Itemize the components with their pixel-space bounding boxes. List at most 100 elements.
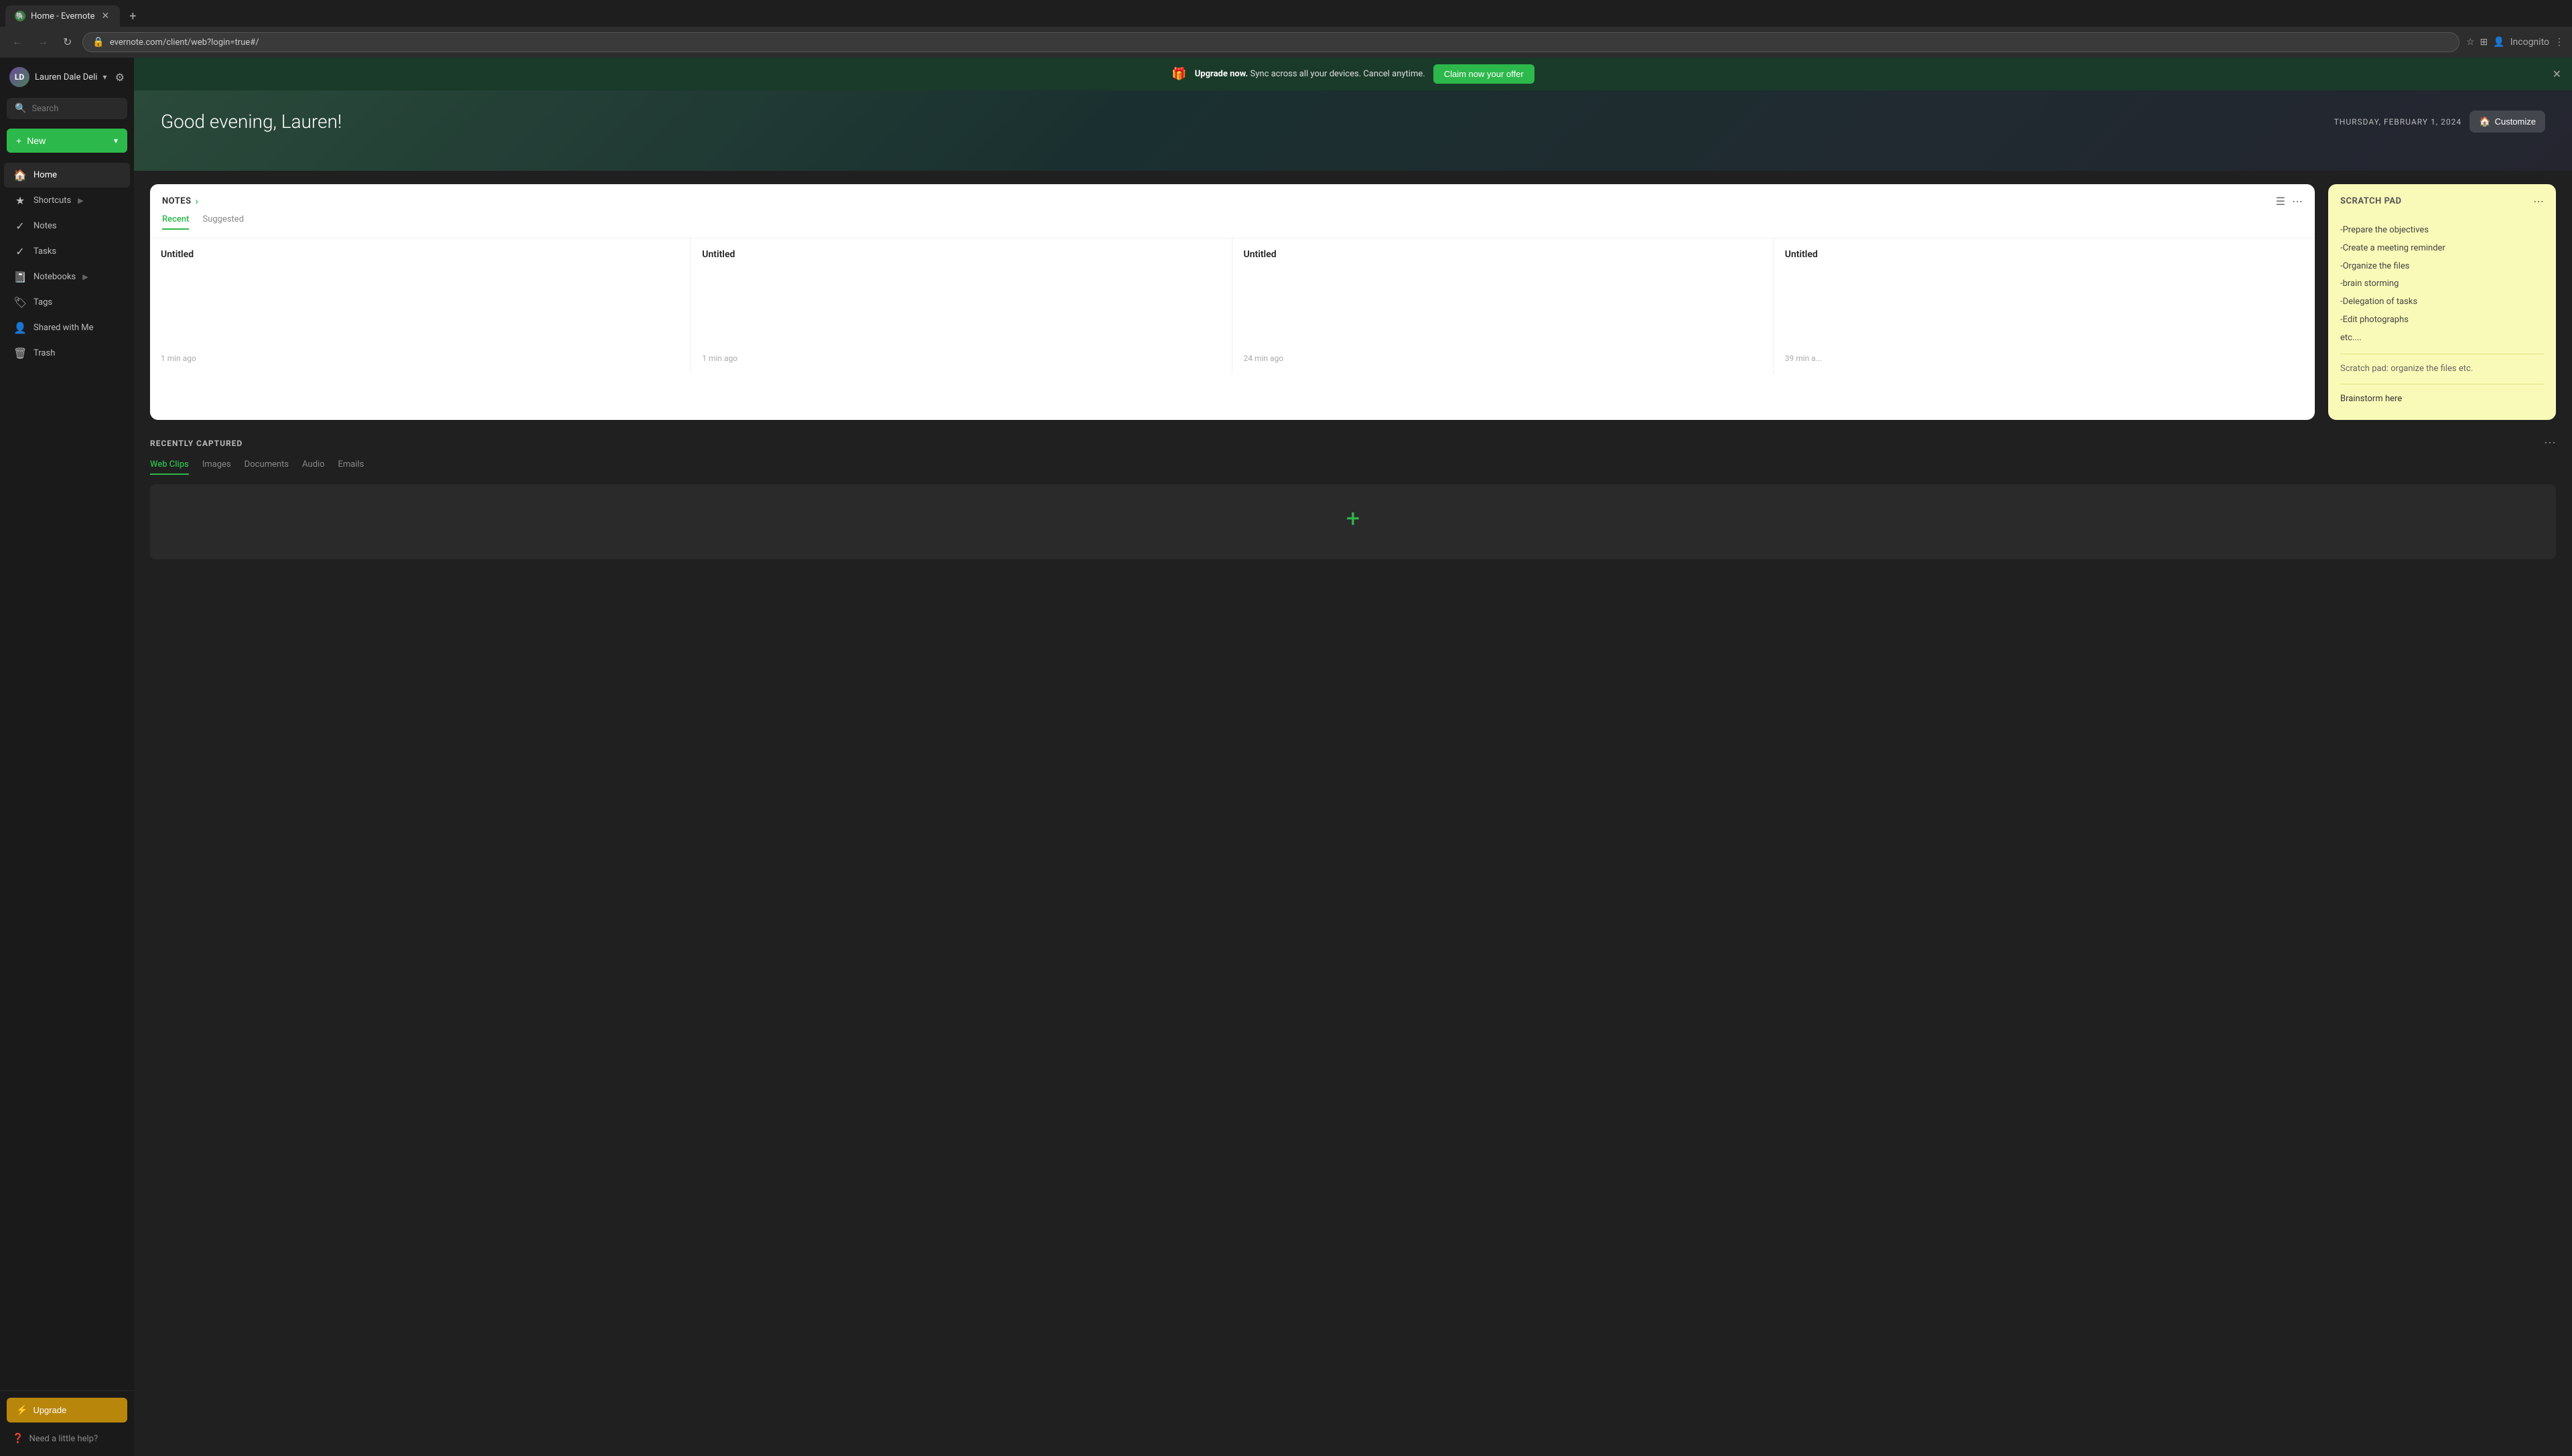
promo-banner: 🎁 Upgrade now. Sync across all your devi… [134, 58, 2572, 90]
tags-icon: 🏷 [13, 296, 27, 309]
new-button[interactable]: + New ▾ [7, 129, 127, 153]
bookmark-icon[interactable]: ☆ [2466, 37, 2475, 48]
incognito-label: Incognito [2510, 37, 2549, 48]
menu-icon[interactable]: ⋮ [2555, 37, 2564, 48]
sidebar-item-shared-label: Shared with Me [33, 323, 94, 333]
note-title-2: Untitled [1244, 249, 1762, 260]
scratch-item-6: etc.... [2340, 332, 2544, 346]
forward-button[interactable]: → [33, 33, 52, 51]
search-icon: 🔍 [15, 103, 26, 114]
claim-button[interactable]: Claim now your offer [1433, 64, 1534, 84]
new-tab-button[interactable]: + [124, 7, 141, 26]
nav-actions: ☆ ⊞ 👤 Incognito ⋮ [2466, 37, 2564, 48]
note-title-1: Untitled [702, 249, 1220, 260]
shortcuts-icon: ★ [13, 194, 27, 207]
sidebar-bottom: ⚡ Upgrade ❓ Need a little help? [0, 1390, 134, 1456]
note-title-0: Untitled [161, 249, 679, 260]
capture-add-icon: + [1346, 504, 1360, 532]
customize-label: Customize [2495, 117, 2536, 127]
capture-tab-images[interactable]: Images [202, 459, 231, 475]
recently-captured-more-icon[interactable]: ⋯ [2544, 436, 2556, 450]
app-container: LD Lauren Dale Deli ▾ ⚙ 🔍 Search + New ▾… [0, 58, 2572, 1456]
capture-tab-documents[interactable]: Documents [244, 459, 289, 475]
note-body-2 [1244, 265, 1762, 346]
note-item-0[interactable]: Untitled 1 min ago [150, 238, 691, 374]
tab-suggested[interactable]: Suggested [202, 214, 244, 230]
settings-icon[interactable]: ⚙ [115, 71, 125, 84]
back-button[interactable]: ← [8, 33, 27, 51]
search-bar[interactable]: 🔍 Search [7, 98, 127, 119]
sidebar-item-notebooks-label: Notebooks [33, 272, 76, 282]
reload-button[interactable]: ↻ [59, 33, 76, 52]
note-time-2: 24 min ago [1244, 354, 1762, 363]
content-area: NOTES › ☰ ⋯ Recent Suggested [134, 171, 2572, 573]
sidebar-item-notes-label: Notes [33, 221, 57, 231]
notes-icon: ✓ [13, 220, 27, 232]
lock-icon: 🔒 [92, 37, 104, 48]
promo-close-button[interactable]: ✕ [2553, 68, 2561, 80]
window-icon[interactable]: ⊞ [2480, 37, 2488, 48]
tasks-icon: ✓ [13, 245, 27, 258]
notes-card: NOTES › ☰ ⋯ Recent Suggested [150, 184, 2315, 420]
hero-section: Good evening, Lauren! THURSDAY, FEBRUARY… [134, 90, 2572, 171]
sidebar-item-notes[interactable]: ✓ Notes [4, 214, 130, 238]
sidebar-item-tasks[interactable]: ✓ Tasks [4, 239, 130, 264]
tab-recent[interactable]: Recent [162, 214, 189, 230]
scratch-note-text: Scratch pad: organize the files etc. [2340, 362, 2544, 376]
notes-card-header: NOTES › ☰ ⋯ [150, 184, 2315, 214]
incognito-icon: 👤 [2493, 37, 2504, 48]
sidebar-item-tasks-label: Tasks [33, 246, 56, 257]
active-tab[interactable]: 🐘 Home - Evernote ✕ [5, 5, 120, 27]
notes-more-icon[interactable]: ⋯ [2292, 195, 2303, 208]
capture-tab-emails[interactable]: Emails [338, 459, 364, 475]
recently-captured-section: RECENTLY CAPTURED ⋯ Web Clips Images Doc… [150, 436, 2556, 559]
address-bar[interactable]: 🔒 evernote.com/client/web?login=true#/ [82, 32, 2459, 52]
note-item-2[interactable]: Untitled 24 min ago [1233, 238, 1774, 374]
customize-button[interactable]: 🏠 Customize [2470, 111, 2545, 133]
sidebar-item-shortcuts[interactable]: ★ Shortcuts ▶ [4, 188, 130, 213]
avatar: LD [9, 67, 29, 87]
sidebar-item-home[interactable]: 🏠 Home [4, 163, 130, 188]
sidebar-item-tags[interactable]: 🏷 Tags [4, 290, 130, 315]
notes-arrow-icon[interactable]: › [196, 196, 199, 207]
notes-list-view-icon[interactable]: ☰ [2276, 195, 2285, 208]
sidebar-item-shared[interactable]: 👤 Shared with Me [4, 315, 130, 340]
user-info[interactable]: LD Lauren Dale Deli ▾ [9, 67, 106, 87]
tab-favicon: 🐘 [15, 11, 25, 21]
search-placeholder-text: Search [31, 104, 58, 114]
scratch-pad-card: SCRATCH PAD ⋯ -Prepare the objectives -C… [2328, 184, 2556, 420]
customize-icon: 🏠 [2479, 116, 2490, 127]
note-item-3[interactable]: Untitled 39 min a... [1774, 238, 2315, 374]
sidebar-item-notebooks[interactable]: 📓 Notebooks ▶ [4, 265, 130, 289]
sidebar-item-trash-label: Trash [33, 348, 55, 358]
chevron-down-icon: ▾ [102, 72, 106, 82]
help-label: Need a little help? [29, 1434, 98, 1444]
capture-tab-web-clips[interactable]: Web Clips [150, 459, 189, 475]
sidebar: LD Lauren Dale Deli ▾ ⚙ 🔍 Search + New ▾… [0, 58, 134, 1456]
tab-close-button[interactable]: ✕ [100, 9, 111, 23]
greeting-text: Good evening, Lauren! [161, 111, 342, 133]
scratch-content[interactable]: -Prepare the objectives -Create a meetin… [2328, 214, 2556, 420]
scratch-item-2: -Organize the files [2340, 260, 2544, 274]
scratch-brainstorm-text: Brainstorm here [2340, 392, 2544, 407]
capture-tab-audio[interactable]: Audio [302, 459, 324, 475]
new-button-label: New [27, 135, 109, 146]
notes-card-title: NOTES › [162, 196, 198, 207]
notes-list: Untitled 1 min ago Untitled 1 min ago Un… [150, 238, 2315, 374]
cards-grid: NOTES › ☰ ⋯ Recent Suggested [150, 184, 2556, 420]
main-content: 🎁 Upgrade now. Sync across all your devi… [134, 58, 2572, 1456]
sidebar-item-trash[interactable]: 🗑 Trash [4, 341, 130, 366]
browser-chrome: 🐘 Home - Evernote ✕ + ← → ↻ 🔒 evernote.c… [0, 0, 2572, 58]
hero-right: THURSDAY, FEBRUARY 1, 2024 🏠 Customize [2334, 111, 2545, 133]
scratch-more-icon[interactable]: ⋯ [2533, 195, 2544, 208]
capture-tabs: Web Clips Images Documents Audio Emails [150, 459, 2556, 475]
tab-bar: 🐘 Home - Evernote ✕ + [0, 0, 2572, 27]
note-title-3: Untitled [1785, 249, 2304, 260]
promo-text: Upgrade now. Sync across all your device… [1195, 69, 1425, 79]
note-item-1[interactable]: Untitled 1 min ago [691, 238, 1232, 374]
sidebar-header: LD Lauren Dale Deli ▾ ⚙ [0, 58, 134, 94]
browser-nav: ← → ↻ 🔒 evernote.com/client/web?login=tr… [0, 27, 2572, 58]
help-button[interactable]: ❓ Need a little help? [7, 1428, 127, 1449]
upgrade-button[interactable]: ⚡ Upgrade [7, 1398, 127, 1423]
note-time-3: 39 min a... [1785, 354, 2304, 363]
